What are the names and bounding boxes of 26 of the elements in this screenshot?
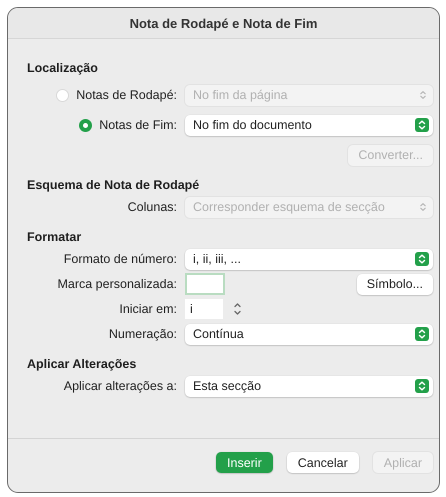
radio-button[interactable]	[79, 118, 92, 132]
popup-menu[interactable]: i, ii, iii, ...	[185, 248, 433, 270]
field-label: Colunas:	[128, 200, 177, 214]
field-label: Formato de número:	[64, 252, 177, 266]
popup-menu[interactable]: Contínua	[185, 324, 433, 344]
field-label: Iniciar em:	[119, 302, 177, 316]
popup-arrows-icon	[415, 327, 429, 341]
popup-arrows-icon	[415, 379, 429, 393]
section-heading: Esquema de Nota de Rodapé	[27, 177, 200, 194]
section-heading: Aplicar Alterações	[27, 356, 138, 373]
section-heading: Formatar	[27, 229, 82, 246]
radio-label: Notas de Rodapé:	[76, 88, 177, 102]
field-label: Numeração:	[108, 327, 177, 341]
popup-menu[interactable]: Esta secção	[185, 376, 433, 396]
dialog-button[interactable]: Cancelar	[286, 452, 359, 473]
location-popup[interactable]: No fim do documento	[185, 114, 433, 136]
popup-arrows-icon	[415, 118, 429, 132]
custom-mark-field[interactable]	[185, 273, 225, 295]
field-label: Aplicar alterações a:	[64, 379, 177, 393]
popup-arrows-icon	[415, 252, 429, 266]
field-label: Marca personalizada:	[57, 277, 177, 291]
section-heading: Localização	[27, 60, 99, 77]
start-field[interactable]: i	[185, 299, 223, 319]
radio-label: Notas de Fim:	[99, 118, 177, 132]
symbol-button[interactable]: Símbolo...	[356, 274, 433, 294]
window-title: Nota de Rodapé e Nota de Fim	[130, 16, 318, 30]
